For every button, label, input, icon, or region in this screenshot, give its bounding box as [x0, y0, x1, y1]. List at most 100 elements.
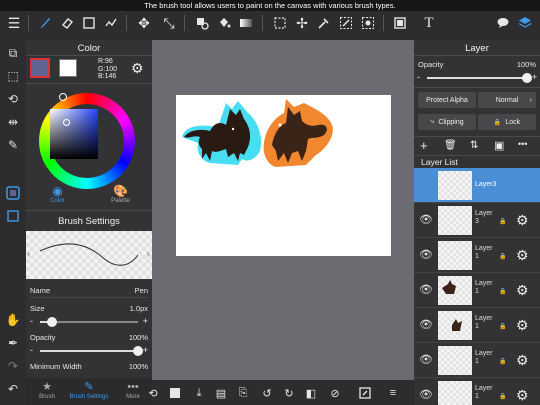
- layer-lock-icon[interactable]: 🔒: [499, 253, 506, 260]
- prev-brush-icon[interactable]: ‹: [27, 249, 30, 260]
- undo-canvas-icon[interactable]: ↺: [258, 384, 276, 402]
- color-picker-ring[interactable]: [63, 119, 70, 126]
- layer-more-icon[interactable]: •••: [518, 139, 527, 149]
- blend-mode-button[interactable]: Normal ›: [478, 92, 536, 108]
- blend-icon[interactable]: [100, 12, 122, 34]
- visibility-eye-icon[interactable]: 👁: [419, 283, 433, 296]
- tab-brush[interactable]: ★ Brush: [26, 380, 68, 400]
- import-icon[interactable]: ⤓: [190, 384, 208, 402]
- panel-toggle-icon[interactable]: [3, 206, 23, 226]
- menu-icon[interactable]: ☰: [3, 12, 25, 34]
- layer-row[interactable]: 👁 Layer 3 🔒 ⚙: [414, 203, 540, 238]
- saturation-value-square[interactable]: [50, 109, 98, 159]
- reorder-layer-icon[interactable]: ⇅: [470, 140, 478, 151]
- size-slider[interactable]: - +: [30, 316, 148, 327]
- next-brush-icon[interactable]: ›: [147, 249, 150, 260]
- layer-lock-icon[interactable]: 🔒: [499, 358, 506, 365]
- pen-select-icon[interactable]: [335, 12, 357, 34]
- clipboard-icon[interactable]: ▤: [212, 384, 230, 402]
- redo-icon[interactable]: ↷: [3, 356, 23, 376]
- layer-lock-icon[interactable]: 🔒: [499, 393, 506, 400]
- layer-settings-gear-icon[interactable]: ⚙: [516, 387, 529, 404]
- color-swatch-icon[interactable]: [3, 183, 23, 203]
- size-minus-icon[interactable]: -: [30, 316, 33, 326]
- layer-row[interactable]: 👁 Layer 1 🔒 ⚙: [414, 343, 540, 378]
- layer-lock-icon[interactable]: 🔒: [499, 323, 506, 330]
- layer-settings-gear-icon[interactable]: ⚙: [516, 352, 529, 369]
- layer-row[interactable]: 👁 Layer 1 🔒 ⚙: [414, 238, 540, 273]
- visibility-eye-icon[interactable]: 👁: [419, 318, 433, 331]
- foreground-color-swatch[interactable]: [30, 58, 50, 78]
- layer-lock-icon[interactable]: 🔒: [499, 288, 506, 295]
- visibility-eye-icon[interactable]: 👁: [419, 248, 433, 261]
- flip-horizontal-icon[interactable]: ◧: [302, 384, 320, 402]
- delete-layer-icon[interactable]: 🗑: [444, 140, 457, 151]
- rectangle-select-icon[interactable]: [78, 12, 100, 34]
- color-settings-gear-icon[interactable]: ⚙: [131, 60, 144, 77]
- lasso-select-icon[interactable]: [269, 12, 291, 34]
- size-knob[interactable]: [46, 317, 57, 327]
- opacity-minus-icon[interactable]: -: [30, 345, 33, 355]
- rotate-icon[interactable]: ⟲: [3, 89, 23, 109]
- clipping-button[interactable]: ⤷ Clipping: [418, 114, 476, 130]
- background-color-swatch[interactable]: [59, 59, 77, 77]
- layer-row[interactable]: 👁 Layer 1 🔒 ⚙: [414, 378, 540, 405]
- flip-icon[interactable]: ⇹: [3, 112, 23, 132]
- speech-bubble-icon[interactable]: [492, 12, 514, 34]
- bucket-icon[interactable]: [213, 12, 235, 34]
- layer-settings-gear-icon[interactable]: ⚙: [516, 247, 529, 264]
- layer-row[interactable]: 👁 Layer 1 🔒 ⚙: [414, 308, 540, 343]
- move-icon[interactable]: ✥: [133, 12, 155, 34]
- layer-lock-icon[interactable]: 🔒: [499, 218, 506, 225]
- transform-icon[interactable]: ⤡: [158, 12, 180, 34]
- snap-icon[interactable]: ⧉: [3, 43, 23, 63]
- rotate-canvas-icon[interactable]: ⟲: [144, 384, 162, 402]
- layer-opacity-plus-icon[interactable]: +: [532, 72, 537, 82]
- lock-button[interactable]: 🔒 Lock: [478, 114, 536, 130]
- opacity-slider[interactable]: - +: [30, 345, 148, 356]
- text-icon[interactable]: T: [418, 12, 440, 34]
- brush-name-row[interactable]: Name Pen: [30, 286, 148, 295]
- selection-icon[interactable]: ⬚: [3, 66, 23, 86]
- layer-opacity-knob[interactable]: [522, 73, 532, 83]
- hand-icon[interactable]: ✋: [3, 310, 23, 330]
- menu-lines-icon[interactable]: ≡: [384, 384, 402, 402]
- edit-icon[interactable]: [356, 384, 374, 402]
- redo-canvas-icon[interactable]: ↻: [280, 384, 298, 402]
- layer-settings-gear-icon[interactable]: ⚙: [516, 212, 529, 229]
- layer-row[interactable]: 👁 Layer 1 🔒 ⚙: [414, 273, 540, 308]
- eyedropper-icon[interactable]: [313, 12, 335, 34]
- lasso-fill-icon[interactable]: [357, 12, 379, 34]
- add-layer-icon[interactable]: +: [420, 138, 428, 153]
- protect-alpha-button[interactable]: Protect Alpha: [418, 92, 476, 108]
- fill-icon[interactable]: [191, 12, 213, 34]
- canvas-area[interactable]: [152, 40, 414, 380]
- gradient-icon[interactable]: [235, 12, 257, 34]
- pen-icon[interactable]: ✎: [3, 135, 23, 155]
- hue-picker-ring[interactable]: [59, 93, 67, 101]
- canvas-thumbnail-icon[interactable]: [166, 384, 184, 402]
- brush-icon[interactable]: [34, 12, 56, 34]
- frame-icon[interactable]: [389, 12, 411, 34]
- layer-opacity-minus-icon[interactable]: -: [417, 72, 420, 82]
- visibility-eye-icon[interactable]: 👁: [419, 213, 433, 226]
- eraser-icon[interactable]: [56, 12, 78, 34]
- magic-wand-icon[interactable]: ✢: [291, 12, 313, 34]
- size-plus-icon[interactable]: +: [143, 316, 148, 326]
- undo-icon[interactable]: ↶: [3, 379, 23, 399]
- layer-image-icon[interactable]: ▣: [494, 139, 504, 152]
- tab-palette[interactable]: 🎨 Palette: [89, 184, 152, 208]
- layer-settings-gear-icon[interactable]: ⚙: [516, 282, 529, 299]
- tab-brush-settings[interactable]: ✎ Brush Settings: [64, 380, 114, 400]
- layer-row[interactable]: Layer3: [414, 168, 540, 203]
- rotate-lock-icon[interactable]: ⊘: [326, 384, 344, 402]
- eyedropper-rail-icon[interactable]: ✒: [3, 333, 23, 353]
- visibility-eye-icon[interactable]: 👁: [419, 388, 433, 401]
- copy-icon[interactable]: ⎘: [234, 384, 252, 402]
- opacity-plus-icon[interactable]: +: [143, 345, 148, 355]
- tab-color[interactable]: ◉ Color: [26, 184, 89, 208]
- layer-settings-gear-icon[interactable]: ⚙: [516, 317, 529, 334]
- layer-opacity-slider[interactable]: - +: [417, 72, 537, 83]
- opacity-knob[interactable]: [133, 346, 143, 356]
- layers-icon[interactable]: [514, 12, 536, 34]
